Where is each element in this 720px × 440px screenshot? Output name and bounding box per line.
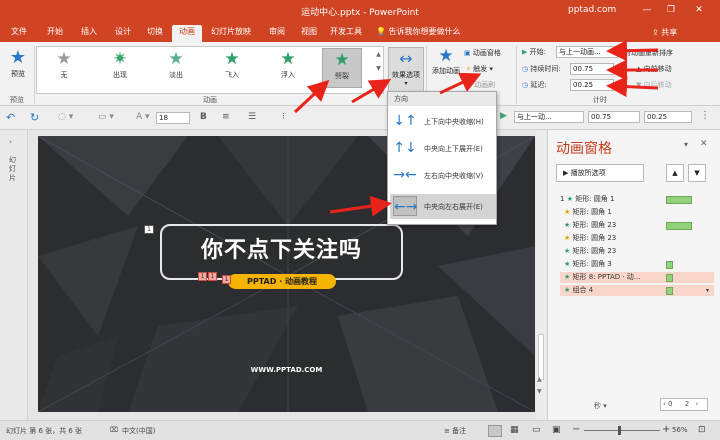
arrow [606, 40, 659, 62]
arrow [351, 78, 392, 104]
arrow [329, 195, 392, 217]
annotation-arrows [293, 40, 659, 217]
arrow [439, 72, 482, 95]
arrow [606, 76, 659, 98]
arrow [293, 79, 330, 114]
